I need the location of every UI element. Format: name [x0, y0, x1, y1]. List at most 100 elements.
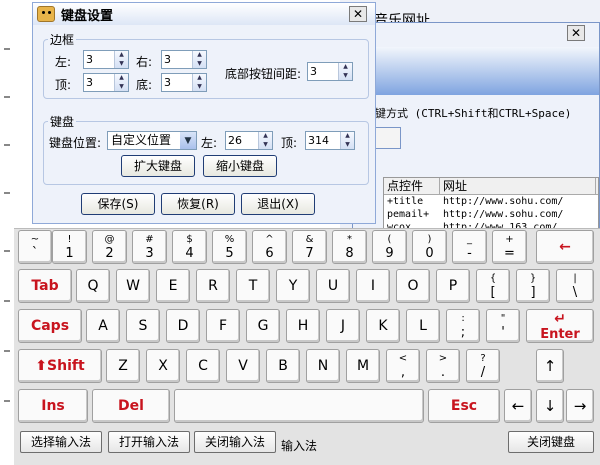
spin-up-icon[interactable]: ▲: [115, 74, 128, 83]
key-equals[interactable]: + =: [492, 230, 527, 264]
open-ime-button[interactable]: 打开输入法: [108, 431, 190, 453]
key-1[interactable]: ! 1: [52, 230, 87, 264]
key-p[interactable]: P: [436, 269, 470, 303]
dialog-close-button[interactable]: ✕: [349, 6, 367, 22]
key-9[interactable]: (9: [372, 230, 407, 264]
key-z[interactable]: Z: [106, 349, 140, 383]
key-l[interactable]: L: [406, 309, 440, 343]
key-n[interactable]: N: [306, 349, 340, 383]
key-j[interactable]: J: [326, 309, 360, 343]
key-i[interactable]: I: [356, 269, 390, 303]
shift-key[interactable]: ⬆ Shift: [18, 349, 102, 383]
key-o[interactable]: O: [396, 269, 430, 303]
key-v[interactable]: V: [226, 349, 260, 383]
spin-up-icon[interactable]: ▲: [339, 63, 352, 72]
spin-down-icon[interactable]: ▼: [115, 60, 128, 69]
spinner-arrows[interactable]: ▲ ▼: [340, 132, 354, 149]
key-d[interactable]: D: [166, 309, 200, 343]
spin-up-icon[interactable]: ▲: [193, 51, 206, 60]
shrink-keyboard-button[interactable]: 缩小键盘: [203, 155, 277, 177]
save-button[interactable]: 保存(S): [81, 193, 155, 215]
key-w[interactable]: W: [116, 269, 150, 303]
keyboard-position-value[interactable]: 自定义位置: [108, 132, 180, 149]
background-close-button[interactable]: ✕: [567, 25, 585, 41]
spin-down-icon[interactable]: ▼: [115, 83, 128, 92]
key-left-bracket[interactable]: {[: [476, 269, 510, 303]
spin-up-icon[interactable]: ▲: [115, 51, 128, 60]
spin-up-icon[interactable]: ▲: [341, 132, 354, 141]
key-3[interactable]: #3: [132, 230, 167, 264]
key-q[interactable]: Q: [76, 269, 110, 303]
key-0[interactable]: ) 0: [412, 230, 447, 264]
spinner-arrows[interactable]: ▲ ▼: [114, 74, 128, 91]
column-header-url[interactable]: 网址: [440, 178, 596, 194]
button-spacing-spinner[interactable]: 3 ▲ ▼: [307, 62, 353, 81]
spin-up-icon[interactable]: ▲: [193, 74, 206, 83]
key-r[interactable]: R: [196, 269, 230, 303]
spinner-arrows[interactable]: ▲ ▼: [338, 63, 352, 80]
key-s[interactable]: S: [126, 309, 160, 343]
table-row[interactable]: pemail+ http://www.sohu.com/: [384, 208, 598, 221]
key-period[interactable]: >.: [426, 349, 460, 383]
key-quote[interactable]: " ': [486, 309, 520, 343]
chevron-down-icon[interactable]: ▼: [180, 132, 196, 149]
border-bottom-spinner[interactable]: 3 ▲ ▼: [161, 73, 207, 92]
key-7[interactable]: & 7: [292, 230, 327, 264]
keyboard-top-spinner[interactable]: 314 ▲ ▼: [305, 131, 355, 150]
arrow-left-key[interactable]: ←: [504, 389, 532, 423]
key-m[interactable]: M: [346, 349, 380, 383]
spin-down-icon[interactable]: ▼: [259, 141, 272, 150]
key-b[interactable]: B: [266, 349, 300, 383]
border-top-spinner[interactable]: 3 ▲ ▼: [83, 73, 129, 92]
border-right-value[interactable]: 3: [162, 51, 192, 68]
exit-button[interactable]: 退出(X): [241, 193, 315, 215]
key-5[interactable]: % 5: [212, 230, 247, 264]
key-f[interactable]: F: [206, 309, 240, 343]
spinner-arrows[interactable]: ▲ ▼: [114, 51, 128, 68]
key-backslash[interactable]: | \: [556, 269, 594, 303]
key-comma[interactable]: <,: [386, 349, 420, 383]
border-left-spinner[interactable]: 3 ▲ ▼: [83, 50, 129, 69]
key-6[interactable]: ^ 6: [252, 230, 287, 264]
key-backtick[interactable]: ~ `: [18, 230, 52, 264]
escape-key[interactable]: Esc: [428, 389, 500, 423]
arrow-up-key[interactable]: ↑: [536, 349, 564, 383]
border-top-value[interactable]: 3: [84, 74, 114, 91]
key-4[interactable]: $4: [172, 230, 207, 264]
spin-down-icon[interactable]: ▼: [193, 60, 206, 69]
spin-down-icon[interactable]: ▼: [339, 72, 352, 81]
key-x[interactable]: X: [146, 349, 180, 383]
enlarge-keyboard-button[interactable]: 扩大键盘: [121, 155, 195, 177]
key-k[interactable]: K: [366, 309, 400, 343]
key-c[interactable]: C: [186, 349, 220, 383]
insert-key[interactable]: Ins: [18, 389, 88, 423]
arrow-down-key[interactable]: ↓: [536, 389, 564, 423]
space-key[interactable]: [174, 389, 424, 423]
dialog-titlebar[interactable]: 键盘设置: [33, 3, 375, 25]
restore-button[interactable]: 恢复(R): [161, 193, 235, 215]
keyboard-position-select[interactable]: 自定义位置 ▼: [107, 131, 197, 150]
keyboard-left-value[interactable]: 26: [226, 132, 258, 149]
key-minus[interactable]: _ -: [452, 230, 487, 264]
close-ime-button[interactable]: 关闭输入法: [194, 431, 276, 453]
enter-key[interactable]: ↵ Enter: [526, 309, 594, 343]
tab-key[interactable]: Tab: [18, 269, 72, 303]
close-keyboard-button[interactable]: 关闭键盘: [508, 431, 594, 453]
key-semicolon[interactable]: :;: [446, 309, 480, 343]
key-a[interactable]: A: [86, 309, 120, 343]
spinner-arrows[interactable]: ▲ ▼: [192, 51, 206, 68]
border-bottom-value[interactable]: 3: [162, 74, 192, 91]
border-left-value[interactable]: 3: [84, 51, 114, 68]
key-2[interactable]: @2: [92, 230, 127, 264]
key-right-bracket[interactable]: }]: [516, 269, 550, 303]
spin-down-icon[interactable]: ▼: [193, 83, 206, 92]
keyboard-left-spinner[interactable]: 26 ▲ ▼: [225, 131, 273, 150]
key-t[interactable]: T: [236, 269, 270, 303]
column-header-control[interactable]: 点控件: [384, 178, 440, 194]
caps-lock-key[interactable]: Caps: [18, 309, 82, 343]
key-8[interactable]: * 8: [332, 230, 367, 264]
key-y[interactable]: Y: [276, 269, 310, 303]
button-spacing-value[interactable]: 3: [308, 63, 338, 80]
border-right-spinner[interactable]: 3 ▲ ▼: [161, 50, 207, 69]
select-ime-button[interactable]: 选择输入法: [20, 431, 102, 453]
